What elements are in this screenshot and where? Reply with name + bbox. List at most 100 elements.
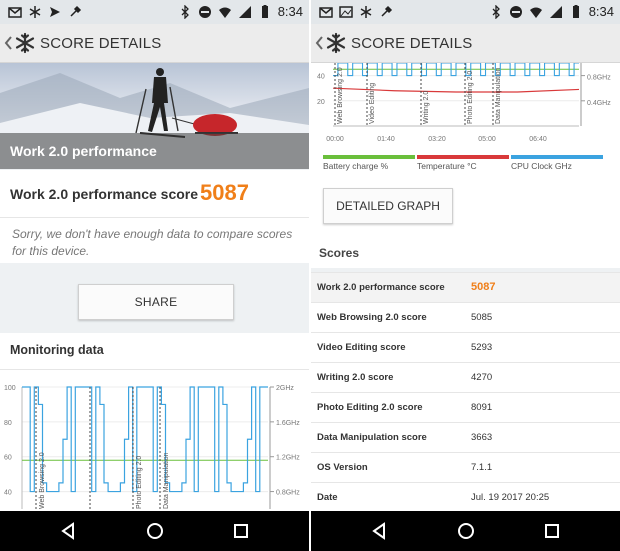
page-title: SCORE DETAILS	[40, 34, 162, 52]
monitoring-chart: 40 0.8GHz 20 0.4GHz Web Browsing 2.0 Video Ed…	[317, 63, 611, 143]
wifi-icon	[218, 7, 231, 18]
test-marker-label: Video Editing	[369, 83, 376, 124]
score-value: 5085	[471, 312, 493, 323]
score-value: Jul. 19 2017 20:25	[471, 492, 550, 503]
x-tick-label: 05:00	[478, 136, 496, 143]
recents-icon[interactable]	[231, 521, 251, 541]
y2-tick-label: 1.6GHz	[276, 420, 300, 427]
dnd-icon	[198, 5, 211, 18]
score-card: Work 2.0 performance score 5087 Sorry, w…	[0, 170, 309, 263]
test-marker-label: Web Browsing 2.0	[39, 452, 46, 509]
signal-icon	[549, 5, 562, 18]
score-value: 3663	[471, 432, 493, 443]
snowflake-logo-icon	[15, 32, 35, 54]
score-name: Web Browsing 2.0 score	[317, 312, 427, 323]
score-value: 8091	[471, 402, 493, 413]
monitoring-card: Monitoring data 100 2GHz 80 1.6GHz 60 1.2GHz 4…	[0, 333, 309, 511]
table-row: Data Manipulation score 3663	[311, 422, 620, 452]
test-marker-label: Writing 2.0	[423, 91, 430, 124]
recents-icon[interactable]	[542, 521, 562, 541]
y-tick-label: 20	[317, 99, 325, 106]
android-nav-bar	[311, 511, 620, 551]
y2-tick-label: 0.8GHz	[587, 75, 611, 82]
x-tick-label: 00:00	[326, 136, 344, 143]
y-tick-label: 100	[4, 385, 16, 392]
divider	[0, 369, 309, 370]
legend-swatch	[323, 155, 415, 159]
bluetooth-icon	[181, 4, 189, 19]
table-row: Photo Editing 2.0 score 8091	[311, 392, 620, 422]
monitoring-chart: 100 2GHz 80 1.6GHz 60 1.2GHz 40 0.8GHz Web Brows…	[4, 385, 300, 509]
test-marker-label: Photo Editing 2.0	[467, 71, 474, 124]
tools-icon	[381, 5, 393, 17]
score-name: OS Version	[317, 462, 368, 473]
table-row: Video Editing score 5293	[311, 332, 620, 362]
back-icon[interactable]	[58, 521, 78, 541]
y-tick-label: 40	[317, 74, 325, 81]
android-nav-bar	[0, 511, 309, 551]
legend-label: CPU Clock GHz	[511, 161, 572, 171]
detailed-graph-button[interactable]: DETAILED GRAPH	[323, 188, 453, 224]
test-marker-label: Data Manipulation	[495, 67, 502, 124]
score-value: 4270	[471, 372, 493, 383]
y2-tick-label: 0.8GHz	[276, 490, 300, 497]
share-button[interactable]: SHARE	[78, 284, 234, 320]
signal-icon	[238, 5, 251, 18]
monitoring-chart-card: 40 0.8GHz 20 0.4GHz Web Browsing 2.0 Video Ed…	[311, 63, 620, 268]
y-tick-label: 80	[4, 420, 12, 427]
compare-message: Sorry, we don't have enough data to comp…	[12, 227, 293, 258]
left-screen: 8:34 SCORE DETAILS Work 2.0 performance	[0, 0, 309, 551]
table-row: OS Version 7.1.1	[311, 452, 620, 482]
back-chevron-icon[interactable]	[2, 34, 14, 52]
score-value: 5087	[471, 281, 496, 293]
legend-item: Battery charge %	[323, 155, 415, 171]
page-title: SCORE DETAILS	[351, 34, 473, 52]
dnd-icon	[509, 5, 522, 18]
status-bar: 8:34	[0, 0, 309, 24]
score-name: Work 2.0 performance score	[317, 282, 445, 293]
y-tick-label: 40	[4, 490, 12, 497]
table-row: Writing 2.0 score 4270	[311, 362, 620, 392]
scores-table: Work 2.0 performance score 5087 Web Browsi…	[311, 272, 620, 512]
bluetooth-icon	[492, 4, 500, 19]
table-row: Web Browsing 2.0 score 5085	[311, 302, 620, 332]
divider	[0, 217, 309, 218]
gmail-icon	[8, 7, 22, 18]
test-marker-label: Photo Editing 2.0	[136, 456, 143, 509]
status-time: 8:34	[588, 4, 614, 19]
legend-item: Temperature °C	[417, 155, 509, 171]
battery-icon	[572, 4, 579, 18]
gmail-icon	[319, 7, 333, 18]
score-value: 5087	[200, 180, 249, 205]
status-time: 8:34	[277, 4, 303, 19]
snowflake-icon	[360, 6, 372, 18]
y-tick-label: 60	[4, 455, 12, 462]
send-icon	[50, 7, 60, 17]
legend-swatch	[417, 155, 509, 159]
monitoring-title: Monitoring data	[10, 343, 104, 357]
score-label: Work 2.0 performance score	[10, 186, 199, 202]
home-icon[interactable]	[456, 521, 476, 541]
hero-image: Work 2.0 performance	[0, 63, 309, 169]
score-name: Video Editing score	[317, 342, 406, 353]
battery-icon	[261, 4, 268, 18]
table-row: Date Jul. 19 2017 20:25	[311, 482, 620, 512]
image-icon	[339, 6, 353, 18]
x-tick-label: 01:40	[377, 136, 395, 143]
score-name: Date	[317, 492, 338, 503]
test-marker-label: Web Browsing 2.0	[337, 67, 344, 124]
home-icon[interactable]	[145, 521, 165, 541]
tools-icon	[70, 5, 82, 17]
score-name: Photo Editing 2.0 score	[317, 402, 423, 413]
cpu-series-line	[22, 386, 268, 493]
wifi-icon	[529, 7, 542, 18]
back-icon[interactable]	[369, 521, 389, 541]
back-chevron-icon[interactable]	[313, 34, 325, 52]
legend-label: Temperature °C	[417, 161, 477, 171]
snowflake-icon	[29, 6, 41, 18]
y2-tick-label: 2GHz	[276, 385, 294, 392]
snowflake-logo-icon	[326, 32, 346, 54]
table-row: Work 2.0 performance score 5087	[311, 272, 620, 302]
hero-label-text: Work 2.0 performance	[10, 143, 157, 159]
hero-label: Work 2.0 performance	[0, 133, 309, 169]
